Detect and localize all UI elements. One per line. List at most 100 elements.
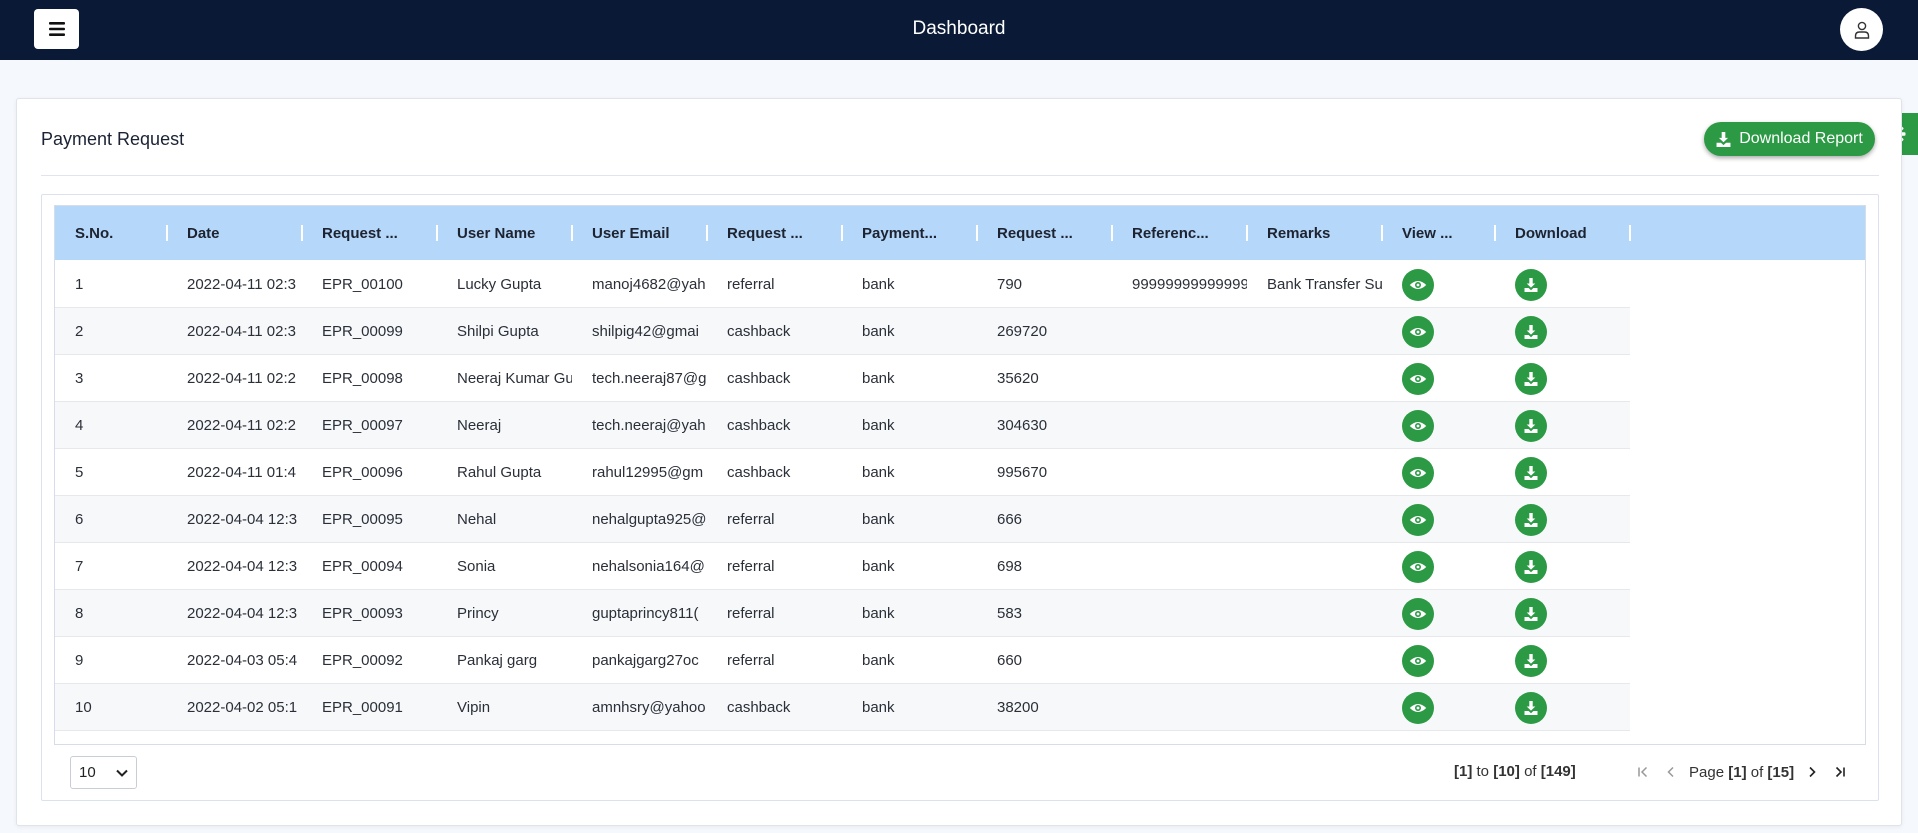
cell-remarks: [1247, 355, 1382, 402]
cell-user-name: Shilpi Gupta: [457, 323, 539, 340]
page-size-select[interactable]: 10: [70, 756, 137, 789]
download-report-button[interactable]: Download Report: [1704, 122, 1875, 156]
cell-request-amount: 698: [997, 558, 1023, 575]
cell-payment-mode: bank: [862, 511, 895, 528]
cell-date: 2022-04-04 12:3: [187, 511, 298, 528]
column-header-request-id[interactable]: Request ...: [302, 206, 437, 260]
download-icon: [1716, 131, 1731, 147]
column-header-remarks[interactable]: Remarks: [1247, 206, 1382, 260]
table-row[interactable]: 3 2022-04-11 02:2 EPR_00098 Neeraj Kumar Gu…: [55, 355, 1630, 402]
cell-payment-mode: bank: [862, 652, 895, 669]
cell-reference: [1112, 402, 1247, 449]
cell-sno: 3: [75, 370, 84, 387]
column-header-request-amount[interactable]: Request ...: [977, 206, 1112, 260]
column-header-reference[interactable]: Referenc...: [1112, 206, 1247, 260]
cell-user-email: tech.neeraj@yah: [592, 417, 706, 434]
row-download-button[interactable]: [1515, 362, 1547, 395]
table-row[interactable]: 1 2022-04-11 02:3 EPR_00100 Lucky Gupta mano…: [55, 261, 1630, 308]
cell-user-email: shilpig42@gmai: [592, 323, 699, 340]
cell-view: [1382, 261, 1495, 308]
view-button[interactable]: [1402, 362, 1434, 395]
download-report-label: Download Report: [1739, 130, 1863, 147]
cell-user-name: Pankaj garg: [457, 652, 538, 669]
view-button[interactable]: [1402, 409, 1434, 442]
cell-sno: 9: [75, 652, 84, 669]
cell-payment-mode: bank: [862, 417, 895, 434]
cell-request-type: referral: [727, 652, 775, 669]
cell-request-type: cashback: [727, 417, 791, 434]
row-download-button[interactable]: [1515, 503, 1547, 536]
table-row[interactable]: 6 2022-04-04 12:3 EPR_00095 Nehal nehalgupta…: [55, 496, 1630, 543]
cell-payment-mode: bank: [862, 323, 895, 340]
cell-user-name: Nehal: [457, 511, 497, 528]
column-header-download[interactable]: Download: [1495, 206, 1630, 260]
page-size-value: 10: [79, 764, 96, 781]
column-separator[interactable]: [1629, 225, 1631, 241]
payment-request-card: Payment Request Download Report S.No. Da…: [16, 98, 1902, 826]
cell-payment-mode: bank: [862, 276, 895, 293]
table-row[interactable]: 8 2022-04-04 12:3 EPR_00093 Princy guptaprin…: [55, 590, 1630, 637]
cell-request-type: cashback: [727, 699, 791, 716]
download-icon: [1524, 512, 1538, 527]
row-download-button[interactable]: [1515, 644, 1547, 677]
view-button[interactable]: [1402, 315, 1434, 348]
table-row[interactable]: 10 2022-04-02 05:1 EPR_00091 Vipin amnhsry@y…: [55, 684, 1630, 731]
first-page-button[interactable]: [1629, 759, 1657, 785]
grid-viewport[interactable]: S.No. Date Request ... User Name User Em…: [54, 205, 1866, 745]
table-row[interactable]: 7 2022-04-04 12:3 EPR_00094 Sonia nehalsonia…: [55, 543, 1630, 590]
cell-reference: [1112, 496, 1247, 543]
column-header-sno[interactable]: S.No.: [55, 206, 167, 260]
chevron-left-icon: [1667, 766, 1674, 778]
cell-request-type: cashback: [727, 464, 791, 481]
row-download-button[interactable]: [1515, 597, 1547, 630]
eye-icon: [1409, 515, 1427, 524]
cell-sno: 8: [75, 605, 84, 622]
column-header-date[interactable]: Date: [167, 206, 302, 260]
table-row[interactable]: 2 2022-04-11 02:3 EPR_00099 Shilpi Gupta shi…: [55, 308, 1630, 355]
cell-user-email: tech.neeraj87@g: [592, 370, 707, 387]
row-download-button[interactable]: [1515, 409, 1547, 442]
cell-reference: [1112, 308, 1247, 355]
table-row[interactable]: 4 2022-04-11 02:2 EPR_00097 Neeraj tech.neer…: [55, 402, 1630, 449]
table-row[interactable]: 9 2022-04-03 05:4 EPR_00092 Pankaj garg pank…: [55, 637, 1630, 684]
user-menu-button[interactable]: [1840, 8, 1883, 51]
download-icon: [1524, 418, 1538, 433]
cell-date: 2022-04-02 05:1: [187, 699, 298, 716]
cell-view: [1382, 684, 1495, 731]
view-button[interactable]: [1402, 550, 1434, 583]
cell-remarks: Bank Transfer Su: [1267, 276, 1382, 293]
column-header-payment-mode[interactable]: Payment...: [842, 206, 977, 260]
cell-remarks: [1247, 637, 1382, 684]
view-button[interactable]: [1402, 691, 1434, 724]
cell-user-name: Sonia: [457, 558, 496, 575]
row-download-button[interactable]: [1515, 268, 1547, 301]
view-button[interactable]: [1402, 597, 1434, 630]
cell-user-email: nehalsonia164@: [592, 558, 705, 575]
cell-remarks: [1247, 496, 1382, 543]
view-button[interactable]: [1402, 268, 1434, 301]
cell-date: 2022-04-04 12:3: [187, 558, 298, 575]
last-page-button[interactable]: [1826, 759, 1854, 785]
view-button[interactable]: [1402, 456, 1434, 489]
row-download-button[interactable]: [1515, 456, 1547, 489]
cell-user-email: amnhsry@yahoo: [592, 699, 706, 716]
download-icon: [1524, 559, 1538, 574]
download-icon: [1524, 700, 1538, 715]
next-page-button[interactable]: [1798, 759, 1826, 785]
column-header-request-type[interactable]: Request ...: [707, 206, 842, 260]
column-header-view[interactable]: View ...: [1382, 206, 1495, 260]
row-download-button[interactable]: [1515, 691, 1547, 724]
page-title: Dashboard: [912, 18, 1006, 39]
row-download-button[interactable]: [1515, 315, 1547, 348]
column-header-user-name[interactable]: User Name: [437, 206, 572, 260]
cell-download: [1495, 261, 1630, 308]
view-button[interactable]: [1402, 503, 1434, 536]
column-header-user-email[interactable]: User Email: [572, 206, 707, 260]
previous-page-button[interactable]: [1657, 759, 1685, 785]
table-row[interactable]: 5 2022-04-11 01:4 EPR_00096 Rahul Gupta rahu…: [55, 449, 1630, 496]
view-button[interactable]: [1402, 644, 1434, 677]
cell-payment-mode: bank: [862, 605, 895, 622]
row-download-button[interactable]: [1515, 550, 1547, 583]
cell-view: [1382, 308, 1495, 355]
card-divider: [41, 175, 1879, 176]
